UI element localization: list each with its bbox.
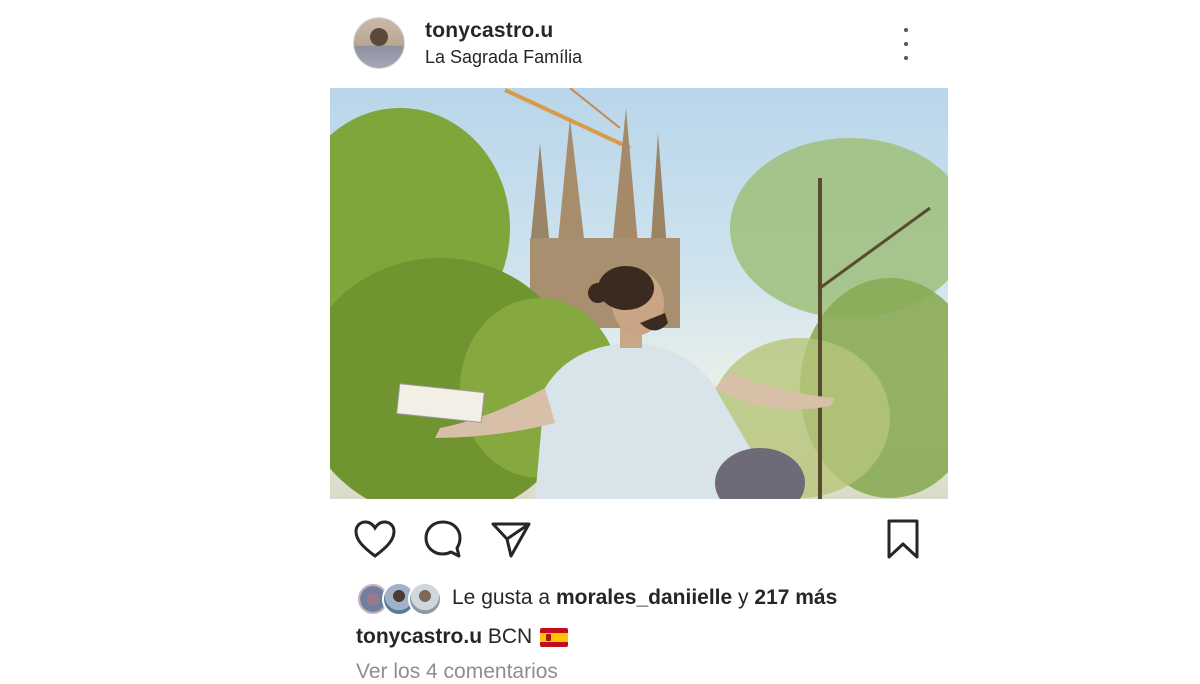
post-username[interactable]: tonycastro.u — [425, 19, 553, 43]
liker-avatars — [356, 581, 442, 616]
likes-count[interactable]: 217 más — [754, 586, 837, 610]
instagram-post: tonycastro.u La Sagrada Família Le gusta… — [330, 0, 948, 683]
spain-flag-icon — [540, 627, 569, 647]
post-actions — [330, 510, 948, 570]
bookmark-icon[interactable] — [880, 516, 926, 562]
likes-prefix: Le gusta a — [452, 586, 551, 609]
likes-conjunction: y — [738, 586, 749, 609]
user-avatar[interactable] — [353, 17, 405, 69]
view-comments-link[interactable]: Ver los 4 comentarios — [356, 660, 558, 684]
caption-username[interactable]: tonycastro.u — [356, 625, 482, 649]
post-caption: tonycastro.u BCN — [356, 625, 569, 649]
comment-icon[interactable] — [420, 516, 466, 562]
caption-text: BCN — [487, 625, 533, 648]
photo-illustration — [330, 88, 948, 499]
more-vertical-icon[interactable] — [896, 28, 916, 60]
post-photo[interactable] — [330, 88, 948, 499]
likes-summary[interactable]: Le gusta a morales_daniielle y 217 más — [356, 580, 837, 616]
post-header: tonycastro.u La Sagrada Família — [330, 0, 948, 88]
send-icon[interactable] — [488, 516, 534, 562]
likes-user[interactable]: morales_daniielle — [556, 586, 732, 610]
heart-icon[interactable] — [352, 516, 398, 562]
post-location[interactable]: La Sagrada Família — [425, 47, 582, 68]
liker-avatar — [408, 582, 442, 616]
